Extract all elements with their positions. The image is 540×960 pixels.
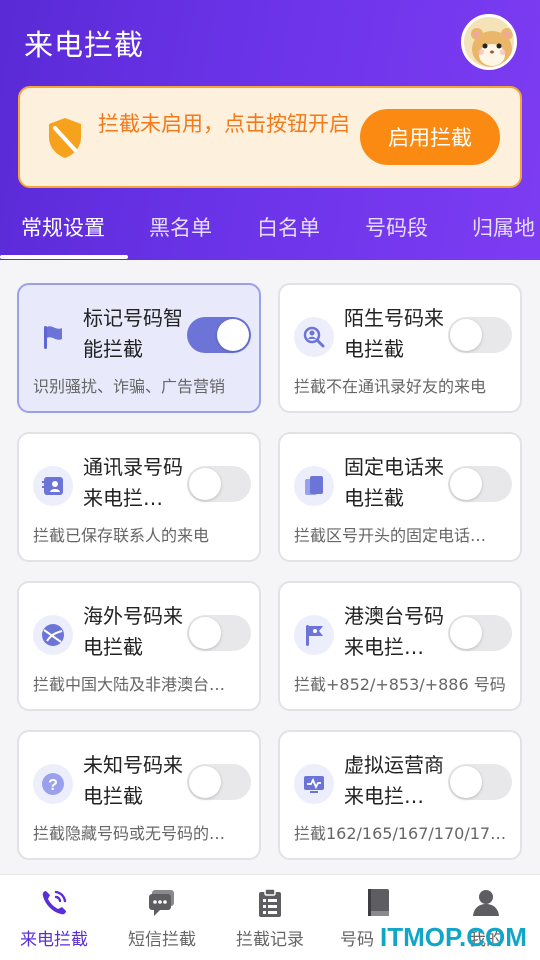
question-icon: ? xyxy=(33,764,73,804)
toggle-knob xyxy=(217,319,249,351)
toggle-knob xyxy=(189,766,221,798)
card-landline[interactable]: 固定电话来电拦截 拦截区号开头的固定电话… xyxy=(278,432,522,562)
toggle-knob xyxy=(450,766,482,798)
interception-disabled-banner: 拦截未启用，点击按钮开启 启用拦截 xyxy=(18,86,522,188)
tab-whitelist[interactable]: 白名单 xyxy=(257,212,320,242)
tab-blacklist[interactable]: 黑名单 xyxy=(149,212,212,242)
nav-label: 拦截记录 xyxy=(236,930,304,950)
toggle-switch[interactable] xyxy=(187,615,251,651)
landline-icon xyxy=(294,466,334,506)
card-marked-number[interactable]: 标记号码智能拦截 识别骚扰、诈骗、广告营销 xyxy=(17,283,261,413)
unknown-person-icon xyxy=(294,317,334,357)
region-flag-icon xyxy=(294,615,334,655)
card-description: 拦截中国大陆及非港澳台… xyxy=(33,675,226,694)
card-title: 陌生号码来电拦截 xyxy=(344,306,444,361)
clipboard-icon xyxy=(259,888,281,917)
nav-label: 来电拦截 xyxy=(20,930,88,950)
card-hk-macau-taiwan[interactable]: 港澳台号码来电拦… 拦截+852/+853/+886 号码 xyxy=(278,581,522,711)
card-description: 拦截隐藏号码或无号码的… xyxy=(33,824,226,843)
card-stranger-number[interactable]: 陌生号码来电拦截 拦截不在通讯录好友的来电 xyxy=(278,283,522,413)
banner-message: 拦截未启用，点击按钮开启 xyxy=(98,112,350,136)
toggle-switch[interactable] xyxy=(448,466,512,502)
flag-icon xyxy=(33,317,73,357)
card-title: 港澳台号码来电拦… xyxy=(344,604,444,659)
card-title: 虚拟运营商来电拦… xyxy=(344,753,444,808)
tab-location[interactable]: 归属地 xyxy=(472,212,535,242)
watermark: ITMOP.COM xyxy=(380,922,527,952)
globe-icon xyxy=(33,615,73,655)
book-icon xyxy=(368,889,389,916)
contacts-icon xyxy=(33,466,73,506)
nav-call-block[interactable]: 来电拦截 xyxy=(0,875,108,960)
card-unknown-number[interactable]: ? 未知号码来电拦截 拦截隐藏号码或无号码的… xyxy=(17,730,261,860)
tab-bar: 常规设置 黑名单 白名单 号码段 归属地 xyxy=(0,200,540,260)
toggle-switch[interactable] xyxy=(448,764,512,800)
card-title: 未知号码来电拦截 xyxy=(83,753,183,808)
card-title: 标记号码智能拦截 xyxy=(83,306,183,361)
user-icon xyxy=(473,890,499,916)
toggle-switch[interactable] xyxy=(448,317,512,353)
toggle-switch[interactable] xyxy=(187,764,251,800)
message-icon xyxy=(149,890,174,916)
card-title: 海外号码来电拦截 xyxy=(83,604,183,659)
settings-grid: 标记号码智能拦截 识别骚扰、诈骗、广告营销 陌生号码来电拦截 拦截不在通讯录好友… xyxy=(0,260,540,874)
enable-interception-button[interactable]: 启用拦截 xyxy=(360,109,500,165)
virtual-operator-icon xyxy=(294,764,334,804)
card-title: 固定电话来电拦截 xyxy=(344,455,444,510)
toggle-knob xyxy=(450,319,482,351)
nav-sms-block[interactable]: 短信拦截 xyxy=(108,875,216,960)
phone-call-icon xyxy=(42,890,67,915)
card-title: 通讯录号码来电拦… xyxy=(83,455,183,510)
card-contacts[interactable]: 通讯录号码来电拦… 拦截已保存联系人的来电 xyxy=(17,432,261,562)
toggle-knob xyxy=(450,468,482,500)
tab-general-settings[interactable]: 常规设置 xyxy=(21,212,105,242)
card-description: 拦截162/165/167/170/17… xyxy=(294,824,507,843)
toggle-knob xyxy=(450,617,482,649)
toggle-knob xyxy=(189,617,221,649)
svg-text:?: ? xyxy=(48,777,58,794)
toggle-switch[interactable] xyxy=(187,317,251,353)
nav-label: 短信拦截 xyxy=(128,930,196,950)
toggle-switch[interactable] xyxy=(448,615,512,651)
card-description: 拦截不在通讯录好友的来电 xyxy=(294,377,487,396)
card-description: 识别骚扰、诈骗、广告营销 xyxy=(33,377,226,396)
avatar[interactable] xyxy=(461,14,517,70)
nav-block-records[interactable]: 拦截记录 xyxy=(216,875,324,960)
card-description: 拦截已保存联系人的来电 xyxy=(33,526,210,545)
tab-number-range[interactable]: 号码段 xyxy=(365,212,428,242)
shield-off-icon xyxy=(49,118,81,158)
header: 来电拦截 拦截未启用，点击按钮开启 启用拦截 常规设置 黑名单 白名单 号码段 … xyxy=(0,0,540,260)
card-virtual-operator[interactable]: 虚拟运营商来电拦… 拦截162/165/167/170/17… xyxy=(278,730,522,860)
page-title: 来电拦截 xyxy=(24,28,145,62)
toggle-knob xyxy=(189,468,221,500)
toggle-switch[interactable] xyxy=(187,466,251,502)
active-tab-indicator xyxy=(0,255,128,259)
card-description: 拦截+852/+853/+886 号码 xyxy=(294,675,506,694)
card-overseas[interactable]: 海外号码来电拦截 拦截中国大陆及非港澳台… xyxy=(17,581,261,711)
card-description: 拦截区号开头的固定电话… xyxy=(294,526,487,545)
